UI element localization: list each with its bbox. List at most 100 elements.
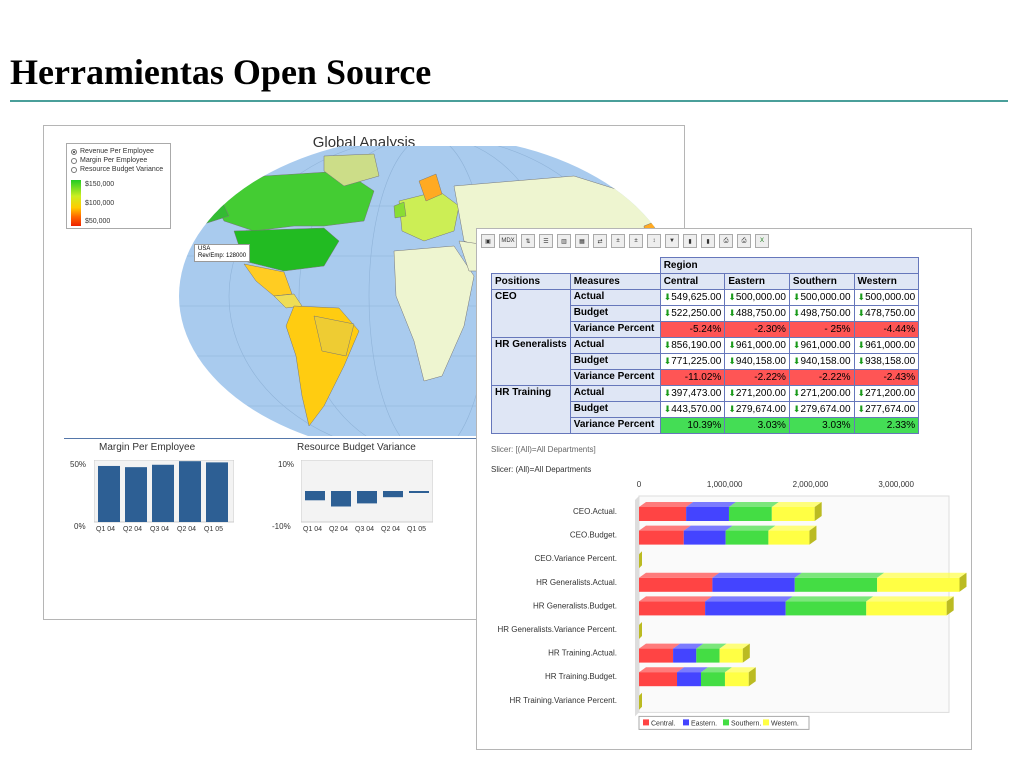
drill-position-icon[interactable]: ± — [629, 234, 643, 248]
measure-cell[interactable]: Actual — [569, 385, 661, 402]
radio-checked-icon[interactable] — [71, 148, 77, 155]
option-label: Revenue Per Employee — [80, 148, 154, 155]
scale-label-high: $150,000 — [85, 181, 115, 188]
positions-header[interactable]: Positions — [491, 273, 571, 290]
value-cell: -4.44% — [853, 321, 920, 338]
excel-export-icon[interactable]: X — [755, 234, 769, 248]
legend-label: Western. — [771, 720, 799, 727]
region-southern-header[interactable]: Southern — [788, 273, 855, 290]
bar-segment-top — [866, 596, 954, 602]
bar-segment-top — [728, 502, 779, 507]
chart-config-icon[interactable]: ▮ — [701, 234, 715, 248]
bar-segment-top — [683, 525, 733, 531]
legend-swatch — [683, 719, 689, 726]
value-text: 500,000.00 — [735, 292, 786, 303]
bar-segment-top — [794, 572, 885, 578]
bar-segment-top — [768, 525, 817, 531]
bar-segment — [705, 601, 786, 616]
region-header[interactable]: Region — [659, 257, 920, 274]
value-text: 961,000.00 — [865, 340, 916, 351]
measure-cell[interactable]: Actual — [569, 289, 661, 306]
region-western-header[interactable]: Western — [853, 273, 920, 290]
mini-bar — [206, 462, 228, 522]
bar-segment — [639, 648, 674, 663]
bar-segment — [877, 577, 960, 592]
measure-cell[interactable]: Budget — [569, 305, 661, 322]
mdx-button[interactable]: MDX — [499, 234, 517, 248]
trend-arrow-icon: ⬇ — [728, 356, 736, 366]
legend-label: Eastern. — [691, 720, 717, 727]
bar-segment — [700, 672, 725, 687]
bar-segment-top — [639, 502, 694, 507]
mini-x-tick: Q2 04 — [123, 526, 143, 533]
title-divider — [10, 100, 1008, 102]
option-revenue-per-employee[interactable]: Revenue Per Employee — [71, 147, 166, 156]
chart-icon[interactable]: ▮ — [683, 234, 697, 248]
trend-arrow-icon: ⬇ — [857, 308, 866, 318]
value-text: 500,000.00 — [800, 292, 851, 303]
swap-axes-icon[interactable]: ⇄ — [593, 234, 607, 248]
empty-bar-stub — [639, 622, 642, 639]
bar-segment — [639, 601, 706, 616]
cube-icon[interactable]: ▣ — [481, 234, 495, 248]
radio-unchecked-icon[interactable] — [71, 166, 77, 173]
table-icon[interactable]: ▦ — [575, 234, 589, 248]
hierarchy-icon[interactable]: ☰ — [539, 234, 553, 248]
print-icon[interactable]: ⎙ — [719, 234, 733, 248]
position-cell[interactable]: HR Generalists — [491, 337, 571, 386]
position-cell[interactable]: HR Training — [491, 385, 571, 434]
region-central-header[interactable]: Central — [659, 273, 726, 290]
bar-segment — [686, 507, 729, 521]
category-label: CEO.Budget. — [570, 531, 617, 540]
region-eastern-header[interactable]: Eastern — [724, 273, 790, 290]
sort-icon[interactable]: ⇅ — [521, 234, 535, 248]
bar-segment — [719, 648, 743, 663]
bar-segment-top — [686, 502, 736, 507]
print-setup-icon[interactable]: ⎙ — [737, 234, 751, 248]
value-cell: ⬇938,158.00 — [853, 353, 920, 370]
bar-segment — [639, 672, 678, 687]
value-cell: 3.03% — [788, 417, 855, 434]
value-cell: -2.22% — [788, 369, 855, 386]
option-margin-per-employee[interactable]: Margin Per Employee — [71, 156, 166, 165]
slicer-label: Slicer: [(All)=All Departments] — [491, 445, 596, 454]
drill-through-icon[interactable]: ▼ — [665, 234, 679, 248]
trend-arrow-icon: ⬇ — [857, 340, 866, 350]
measure-cell[interactable]: Budget — [569, 353, 661, 370]
legend-swatch — [723, 719, 729, 726]
bar-segment — [771, 507, 815, 521]
bar-segment — [866, 601, 947, 616]
radio-unchecked-icon[interactable] — [71, 157, 77, 164]
measure-cell[interactable]: Budget — [569, 401, 661, 418]
slide-title: Herramientas Open Source — [10, 52, 432, 92]
bar-segment-top — [725, 525, 776, 531]
mini-bar — [179, 461, 201, 522]
budget-y-tick-top: 10% — [278, 460, 295, 469]
value-cell: ⬇443,570.00 — [659, 401, 726, 418]
mini-bar — [98, 465, 120, 522]
mini-bar — [383, 491, 403, 498]
bar-segment — [712, 577, 795, 592]
bar-segment — [677, 672, 701, 687]
mini-x-tick: Q2 04 — [177, 526, 197, 533]
position-cell[interactable]: CEO — [491, 289, 571, 338]
mini-charts-divider — [64, 438, 494, 439]
measure-cell[interactable]: Variance Percent — [569, 417, 661, 434]
measure-cell[interactable]: Variance Percent — [569, 369, 661, 386]
category-label: CEO.Variance Percent. — [534, 554, 617, 563]
columns-icon[interactable]: ▥ — [557, 234, 571, 248]
drill-member-icon[interactable]: ± — [611, 234, 625, 248]
option-resource-budget-variance[interactable]: Resource Budget Variance — [71, 165, 166, 174]
trend-arrow-icon: ⬇ — [857, 292, 866, 302]
tooltip-value: Rev/Emp: 128000 — [198, 253, 247, 259]
measure-cell[interactable]: Variance Percent — [569, 321, 661, 338]
measure-cell[interactable]: Actual — [569, 337, 661, 354]
legend-label: Central. — [651, 720, 676, 727]
pivot-row: HR Training Actual ⬇397,473.00 ⬇271,200.00 ⬇… — [491, 385, 920, 434]
drill-replace-icon[interactable]: ↕ — [647, 234, 661, 248]
value-cell: ⬇279,674.00 — [788, 401, 855, 418]
bar-segment-top — [639, 572, 720, 578]
olap-panel: ▣ MDX ⇅ ☰ ▥ ▦ ⇄ ± ± ↕ ▼ ▮ ▮ ⎙ ⎙ X Region… — [476, 228, 972, 750]
measures-header[interactable]: Measures — [569, 273, 661, 290]
value-cell: ⬇498,750.00 — [788, 305, 855, 322]
